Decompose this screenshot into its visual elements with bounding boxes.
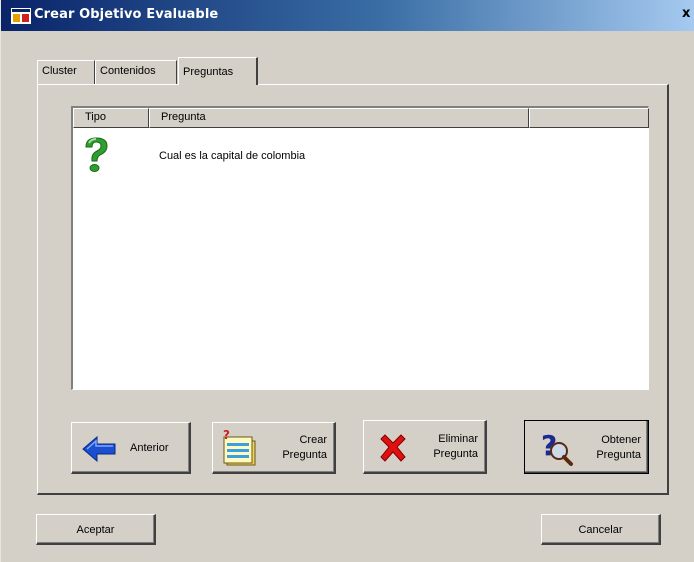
new-question-icon: ? (223, 429, 256, 466)
tab-contenidos[interactable]: Contenidos (95, 60, 177, 84)
crear-pregunta-button[interactable]: ? Crear Pregunta (212, 422, 336, 474)
column-header-pregunta[interactable]: Pregunta (149, 108, 529, 128)
column-label: Tipo (85, 111, 106, 123)
tab-label: Contenidos (100, 65, 156, 77)
tab-label: Cluster (42, 65, 77, 77)
column-header-empty[interactable] (529, 108, 649, 128)
button-label: Cancelar (578, 524, 623, 536)
listview-header: Tipo Pregunta (73, 108, 649, 128)
app-icon (11, 8, 31, 24)
question-text: Cual es la capital de colombia (159, 150, 306, 162)
delete-x-icon (380, 434, 406, 462)
close-icon[interactable]: x (682, 6, 694, 22)
window-title: Crear Objetivo Evaluable (34, 7, 219, 22)
question-mark-icon (85, 137, 108, 172)
button-label: Obtener Pregunta (596, 434, 641, 461)
tab-label: Preguntas (183, 66, 234, 78)
svg-text:?: ? (223, 429, 230, 442)
dialog-window: Crear Objetivo Evaluable x Cluster Conte… (0, 0, 694, 562)
button-label: Aceptar (76, 524, 115, 536)
arrow-left-icon (82, 436, 116, 462)
button-label: Anterior (130, 442, 169, 454)
anterior-button[interactable]: Anterior (71, 422, 191, 474)
tab-cluster[interactable]: Cluster (37, 60, 95, 84)
aceptar-button[interactable]: Aceptar (36, 514, 156, 545)
button-label: Crear Pregunta (282, 434, 327, 461)
column-header-tipo[interactable]: Tipo (73, 108, 149, 128)
cancelar-button[interactable]: Cancelar (541, 514, 661, 545)
questions-listview[interactable]: Tipo Pregunta Cual es la capital de colo… (71, 106, 649, 390)
search-question-icon: ? (541, 429, 573, 466)
list-item[interactable]: Cual es la capital de colombia (73, 130, 649, 172)
button-label: Eliminar Pregunta (433, 433, 478, 460)
column-label: Pregunta (161, 111, 206, 123)
title-bar[interactable]: Crear Objetivo Evaluable (1, 0, 694, 31)
tab-preguntas[interactable]: Preguntas (178, 57, 258, 85)
eliminar-pregunta-button[interactable]: Eliminar Pregunta (363, 420, 487, 474)
obtener-pregunta-button[interactable]: ? Obtener Pregunta (524, 420, 649, 474)
